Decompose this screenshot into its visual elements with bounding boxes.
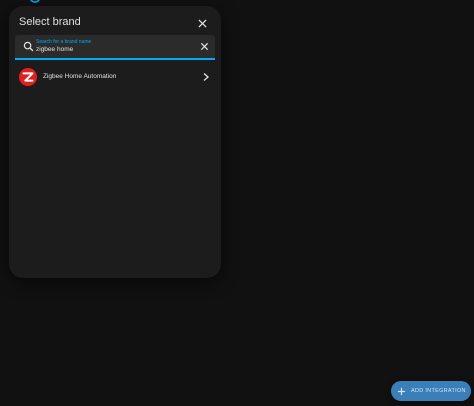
close-button[interactable] (195, 16, 209, 30)
close-icon (197, 18, 207, 28)
clear-search-icon[interactable] (200, 42, 209, 51)
search-value[interactable]: zigbee home (36, 46, 73, 53)
dialog-title: Select brand (19, 16, 81, 28)
chevron-right-icon (203, 73, 209, 81)
select-brand-dialog: Select brand Search for a brand name zig… (9, 6, 221, 278)
list-item[interactable]: Zigbee Home Automation (9, 65, 221, 89)
zigbee-logo-icon (19, 68, 37, 86)
search-label: Search for a brand name (36, 39, 92, 45)
result-label: Zigbee Home Automation (43, 73, 117, 80)
search-input[interactable]: Search for a brand name zigbee home (15, 35, 215, 60)
add-integration-label: ADD INTEGRATION (411, 388, 466, 394)
plus-icon (397, 387, 406, 395)
add-integration-button[interactable]: ADD INTEGRATION (391, 381, 471, 401)
search-icon (23, 41, 34, 52)
